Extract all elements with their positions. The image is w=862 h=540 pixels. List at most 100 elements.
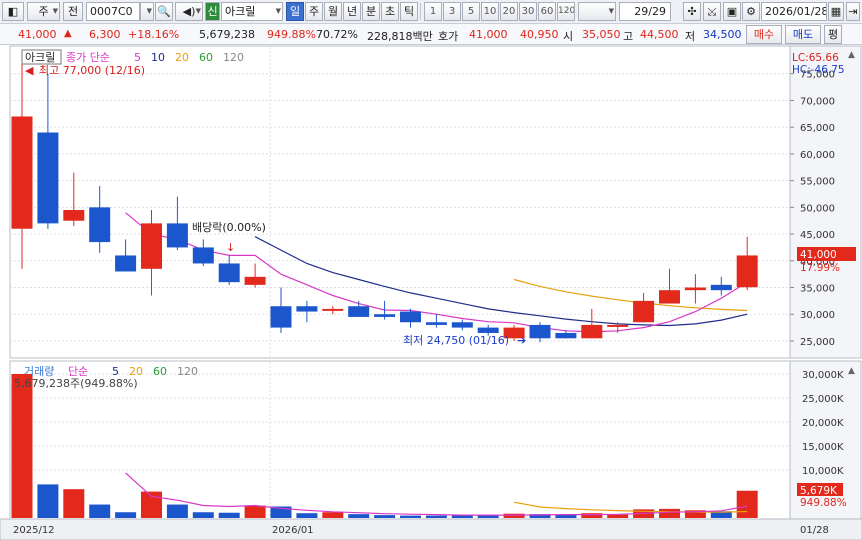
- low-marker-label: 최저 24,750 (01/16): [403, 334, 509, 347]
- candle-body[interactable]: [529, 324, 551, 339]
- gear-icon[interactable]: ⚙: [742, 2, 760, 21]
- interval-button-60[interactable]: 60: [538, 2, 556, 21]
- candle-body[interactable]: [322, 308, 344, 311]
- volume-bar[interactable]: [503, 513, 525, 518]
- toolbar-separator: [420, 3, 421, 20]
- price-tick-label: 70,000: [800, 96, 835, 107]
- candle-body[interactable]: [296, 306, 318, 312]
- candle-body[interactable]: [218, 263, 240, 283]
- volume-bar[interactable]: [400, 515, 421, 518]
- volume-tick-label: 30,000K: [802, 370, 844, 381]
- price-tick-label: 30,000: [800, 310, 835, 321]
- volume-bar[interactable]: [736, 490, 758, 518]
- interval-button-120[interactable]: 120: [557, 2, 575, 21]
- symbol-dropdown-button[interactable]: [140, 2, 154, 21]
- period-tab-1[interactable]: 주: [305, 2, 323, 21]
- scroll-up-icon[interactable]: ▲: [848, 50, 855, 60]
- candle-body[interactable]: [244, 276, 266, 285]
- candle-body[interactable]: [115, 255, 137, 272]
- price-tick-label: 45,000: [800, 230, 835, 241]
- interval-button-5[interactable]: 5: [462, 2, 480, 21]
- volume-bar[interactable]: [63, 489, 85, 518]
- interval-button-30[interactable]: 30: [519, 2, 537, 21]
- ma-legend-20: 20: [175, 51, 189, 64]
- evaluate-button[interactable]: 평: [824, 25, 842, 44]
- period-tab-0[interactable]: 일: [286, 2, 304, 21]
- save-icon[interactable]: ▣: [723, 2, 741, 21]
- candle-body[interactable]: [425, 322, 447, 325]
- volume-ma-legend-120: 120: [177, 365, 198, 378]
- period-tab-4[interactable]: 분: [362, 2, 380, 21]
- candle-body[interactable]: [37, 132, 59, 224]
- volume-bar[interactable]: [296, 513, 318, 518]
- volume-bar[interactable]: [581, 513, 603, 518]
- stock-chart[interactable]: 75,000 70,000 65,000 60,000 55,000 50,000 45,0…: [0, 45, 862, 540]
- sound-icon[interactable]: ◀): [175, 2, 203, 21]
- date-label-2026-01: 2026/01: [272, 525, 314, 536]
- volume-bar[interactable]: [192, 512, 214, 518]
- volume-scroll-icon[interactable]: ▲: [848, 366, 855, 376]
- expand-icon[interactable]: ⇥: [846, 2, 860, 21]
- crosshair-icon[interactable]: ✣: [683, 2, 701, 21]
- candle-body[interactable]: [659, 290, 680, 304]
- candle-body[interactable]: [348, 306, 370, 317]
- volume-bar[interactable]: [141, 491, 162, 518]
- period-tab-5[interactable]: 초: [381, 2, 399, 21]
- volume-bar[interactable]: [37, 484, 59, 518]
- calendar-icon[interactable]: ▦: [828, 2, 844, 21]
- chart-type-icon[interactable]: ◧: [2, 2, 24, 21]
- candle-body[interactable]: [581, 324, 603, 339]
- volume-bar[interactable]: [374, 515, 396, 518]
- compare-icon[interactable]: ⤩: [703, 2, 721, 21]
- symbol-code-input[interactable]: 0007C0: [86, 2, 140, 21]
- all-button[interactable]: 전: [63, 2, 83, 21]
- candle-body[interactable]: [736, 255, 758, 288]
- volume-bar[interactable]: [89, 504, 111, 518]
- candle-body[interactable]: [270, 306, 292, 328]
- interval-button-20[interactable]: 20: [500, 2, 518, 21]
- candle-body[interactable]: [684, 287, 706, 291]
- interval-button-1[interactable]: 1: [424, 2, 442, 21]
- interval-custom-dropdown[interactable]: [578, 2, 616, 21]
- volume-bar[interactable]: [659, 508, 680, 518]
- period-tab-2[interactable]: 월: [324, 2, 342, 21]
- sell-button[interactable]: 매도: [785, 25, 821, 44]
- candle-body[interactable]: [607, 324, 629, 327]
- interval-button-10[interactable]: 10: [481, 2, 499, 21]
- candle-body[interactable]: [477, 327, 499, 333]
- volume-bar[interactable]: [348, 514, 370, 518]
- candle-body[interactable]: [63, 210, 85, 221]
- candle-body[interactable]: [555, 332, 577, 339]
- candle-body[interactable]: [451, 322, 473, 328]
- symbol-search-button[interactable]: 🔍: [155, 2, 173, 21]
- candle-body[interactable]: [400, 311, 421, 323]
- volume-bar[interactable]: [244, 505, 266, 518]
- interval-button-3[interactable]: 3: [443, 2, 461, 21]
- candle-body[interactable]: [141, 223, 162, 269]
- volume-bar[interactable]: [607, 514, 629, 518]
- volume-bar[interactable]: [322, 512, 344, 518]
- candle-body[interactable]: [374, 314, 396, 317]
- market-select[interactable]: 주: [27, 2, 60, 21]
- price-change: 6,300: [89, 28, 121, 41]
- volume-bar[interactable]: [218, 512, 240, 518]
- date-field[interactable]: 2026/01/28: [761, 2, 827, 21]
- volume-bar[interactable]: [166, 504, 188, 518]
- period-tab-6[interactable]: 틱: [400, 2, 418, 21]
- volume-bar[interactable]: [425, 515, 447, 518]
- high-marker-label: 최고 77,000 (12/16): [39, 64, 145, 77]
- candle-body[interactable]: [166, 223, 188, 248]
- candle-body[interactable]: [633, 300, 655, 323]
- volume-bar[interactable]: [11, 374, 33, 518]
- candle-body[interactable]: [192, 247, 214, 264]
- candle-body[interactable]: [89, 207, 111, 243]
- buy-button[interactable]: 매수: [746, 25, 782, 44]
- candle-body[interactable]: [710, 284, 732, 291]
- volume-bar[interactable]: [115, 512, 137, 518]
- price-tick-label: 55,000: [800, 177, 835, 188]
- credit-badge[interactable]: 신: [205, 2, 220, 21]
- stock-name-field[interactable]: 아크릴: [221, 2, 283, 21]
- candle-body[interactable]: [11, 116, 33, 229]
- chart-canvas[interactable]: 75,00070,00065,00060,00055,00050,00045,0…: [0, 45, 862, 540]
- period-tab-3[interactable]: 년: [343, 2, 361, 21]
